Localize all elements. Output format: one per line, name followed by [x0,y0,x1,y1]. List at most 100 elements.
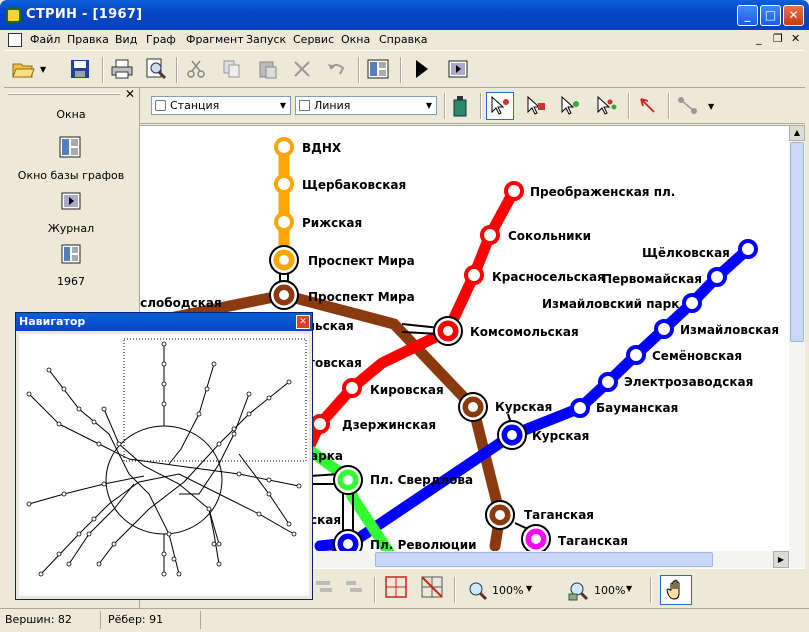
menu-bar: Файл Правка Вид Граф Фрагмент Запуск Сер… [4,30,805,50]
line-combo[interactable]: Линия ▼ [295,96,437,115]
menu-file[interactable]: Файл [30,33,60,46]
station-node[interactable] [274,212,294,232]
undo-button[interactable] [322,55,350,83]
navigator-window[interactable]: Навигатор ✕ [15,312,313,600]
navigator-minimap[interactable] [19,334,309,596]
cylinder-icon [453,96,467,117]
station-node[interactable] [342,378,362,398]
vertex-count: Вершин: 82 [5,613,72,626]
zoom-value[interactable]: 100% [492,584,523,597]
run-button[interactable] [408,55,436,83]
journal-icon [448,60,468,78]
app-icon [6,8,21,23]
open-dropdown-arrow[interactable]: ▼ [40,65,46,74]
station-combo[interactable]: Станция ▼ [151,96,291,115]
station-node[interactable] [464,265,484,285]
station-node[interactable] [274,174,294,194]
navigator-close-icon[interactable]: ✕ [296,315,310,329]
connect-dropdown-arrow[interactable]: ▼ [708,102,714,111]
cut-button[interactable] [182,55,210,83]
delete-button[interactable] [288,55,316,83]
minimap-node [26,501,32,507]
menu-fragment[interactable]: Фрагмент [186,33,244,46]
panel-item-graph-database[interactable]: Окно базы графов [4,169,138,182]
minimap-node [116,441,122,447]
scroll-up-icon[interactable]: ▲ [789,125,805,141]
mdi-restore-button[interactable]: ❐ [773,32,783,45]
save-button[interactable] [66,55,94,83]
menu-windows[interactable]: Окна [341,33,370,46]
station-node[interactable] [480,225,500,245]
station-label: Измайловский парк [542,297,679,311]
minimize-button[interactable]: _ [737,5,758,26]
document-icon[interactable] [8,33,22,47]
paste-button[interactable] [254,55,282,83]
menu-graph[interactable]: Граф [146,33,176,46]
station-node[interactable] [626,345,646,365]
grid-button[interactable] [382,573,410,601]
navigator-canvas[interactable] [19,334,309,596]
connect-tool-button[interactable] [674,92,702,120]
graph-database-button[interactable] [364,55,392,83]
panel-item-journal[interactable]: Журнал [4,222,138,235]
mdi-close-button[interactable]: ✕ [791,32,800,45]
graph-database-icon[interactable] [59,136,81,161]
select-tool-button[interactable] [486,92,514,120]
station-node[interactable] [570,398,590,418]
station-node-core [343,539,353,549]
navigator-zoom-dropdown-arrow[interactable]: ▼ [626,584,632,593]
station-label: Курская [495,400,552,414]
distribute-icon [346,581,362,592]
station-label: Электрозаводская [624,375,753,389]
station-label: Курская [532,429,589,443]
station-node[interactable] [682,293,702,313]
menu-run[interactable]: Запуск [246,33,286,46]
distribute-button[interactable] [340,573,368,601]
vertical-scrollbar[interactable]: ▲ [789,125,805,568]
station-node[interactable] [504,181,524,201]
tool-battery-button[interactable] [446,92,474,120]
chevron-down-icon[interactable]: ▼ [424,99,434,112]
zoom-dropdown-arrow[interactable]: ▼ [526,584,532,593]
panel-item-1967[interactable]: 1967 [4,275,138,288]
station-node[interactable] [654,319,674,339]
panel-close-icon[interactable]: ✕ [125,87,135,101]
open-button[interactable] [10,55,38,83]
chevron-down-icon[interactable]: ▼ [278,99,288,112]
navigator-title-bar[interactable]: Навигатор ✕ [16,313,312,331]
menu-edit[interactable]: Правка [67,33,109,46]
print-button[interactable] [108,55,136,83]
preview-button[interactable] [142,55,170,83]
align-button[interactable] [310,573,338,601]
graph-document-icon[interactable] [61,244,81,267]
station-node[interactable] [274,137,294,157]
copy-button[interactable] [218,55,246,83]
navigator-zoom-value[interactable]: 100% [594,584,625,597]
menu-help[interactable]: Справка [379,33,427,46]
station-node[interactable] [310,414,330,434]
printer-icon [111,59,133,79]
menu-service[interactable]: Сервис [293,33,334,46]
no-grid-button[interactable] [418,573,446,601]
scroll-right-icon[interactable]: ▶ [773,551,789,568]
station-node[interactable] [738,239,758,259]
menu-view[interactable]: Вид [115,33,137,46]
zoom-icon[interactable] [468,581,488,604]
close-button[interactable]: ✕ [783,5,804,26]
station-node-core [507,430,517,440]
journal-button[interactable] [444,55,472,83]
horizontal-scroll-thumb[interactable] [375,552,713,567]
navigator-zoom-icon[interactable] [568,581,590,604]
minimap-node [206,506,212,512]
vertical-scroll-thumb[interactable] [790,142,804,342]
add-edge-tool-button[interactable] [556,92,584,120]
maximize-button[interactable]: □ [760,5,781,26]
add-vertex-tool-button[interactable] [522,92,550,120]
multi-select-tool-button[interactable] [592,92,620,120]
mdi-minimize-button[interactable]: _ [756,32,762,45]
station-node[interactable] [707,267,727,287]
pan-tool-button[interactable] [660,575,692,605]
pointer-tool-button[interactable] [634,92,662,120]
journal-icon[interactable] [61,192,81,213]
station-node[interactable] [598,372,618,392]
